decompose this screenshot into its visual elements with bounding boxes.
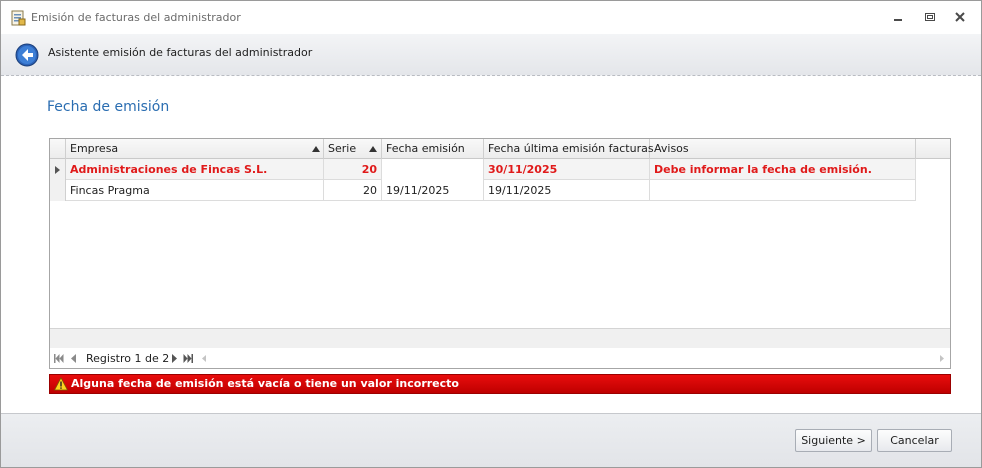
cancel-button[interactable]: Cancelar [877,429,952,452]
next-button[interactable]: Siguiente > [795,429,872,452]
table-row[interactable]: Administraciones de Fincas S.L. 20 30/11… [50,159,916,180]
column-header-label: Empresa [70,142,119,155]
column-header-fecha-emision[interactable]: Fecha emisión [382,139,484,159]
cell-fecha-emision[interactable]: 19/11/2025 [382,180,484,201]
previous-record-icon[interactable] [69,354,79,363]
record-counter: Registro 1 de 2 [86,352,170,365]
cell-serie[interactable]: 20 [324,159,382,180]
app-icon [11,10,26,26]
row-indicator-header [50,139,66,159]
column-header-label: Fecha última emisión facturas [488,142,654,155]
cell-empresa[interactable]: Fincas Pragma [66,180,324,201]
sort-ascending-icon [312,146,320,152]
column-header-fecha-ultima[interactable]: Fecha última emisión facturas [484,139,654,159]
wizard-title: Asistente emisión de facturas del admini… [48,46,313,59]
cell-avisos[interactable] [650,180,916,201]
page-title: Fecha de emisión [47,99,170,115]
error-message: Alguna fecha de emisión está vacía o tie… [71,377,459,390]
window-title: Emisión de facturas del administrador [31,11,241,24]
row-indicator [50,180,66,201]
back-arrow-icon[interactable] [15,43,39,67]
current-row-arrow-icon [55,166,60,174]
first-record-icon[interactable] [54,354,64,363]
column-header-serie[interactable]: Serie [324,139,382,159]
cell-fecha-ultima[interactable]: 19/11/2025 [484,180,650,201]
close-button[interactable] [951,9,969,25]
window: Emisión de facturas del administrador As… [0,0,982,468]
grid-footer [50,328,950,348]
grid-header: Empresa Serie Fecha emisión Fecha última… [50,139,950,159]
wizard-header: Asistente emisión de facturas del admini… [1,34,981,76]
column-header-empresa[interactable]: Empresa [66,139,324,159]
validation-error-bar: Alguna fecha de emisión está vacía o tie… [49,374,951,394]
row-indicator [50,159,66,180]
wizard-footer: Siguiente > Cancelar [1,413,981,467]
column-header-avisos[interactable]: Avisos [650,139,916,159]
column-header-label: Avisos [654,142,689,155]
restore-icon [925,13,935,21]
title-bar: Emisión de facturas del administrador [1,1,981,34]
restore-button[interactable] [921,9,939,25]
last-record-icon[interactable] [183,354,193,363]
cell-fecha-ultima[interactable]: 30/11/2025 [484,159,650,180]
column-header-spacer [916,139,950,159]
scroll-left-icon[interactable] [200,354,210,363]
minimize-button[interactable] [889,9,907,25]
cell-avisos[interactable]: Debe informar la fecha de emisión. [650,159,916,180]
column-header-label: Fecha emisión [386,142,465,155]
minimize-icon [894,19,902,21]
cell-empresa[interactable]: Administraciones de Fincas S.L. [66,159,324,180]
close-icon [955,12,965,22]
sort-ascending-icon [369,146,377,152]
cell-serie[interactable]: 20 [324,180,382,201]
next-record-icon[interactable] [169,354,179,363]
invoices-grid: Empresa Serie Fecha emisión Fecha última… [49,138,951,369]
cell-fecha-emision[interactable] [382,159,484,180]
warning-icon [54,377,68,391]
table-row[interactable]: Fincas Pragma 20 19/11/2025 19/11/2025 [50,180,916,201]
scroll-right-icon[interactable] [936,354,946,363]
record-navigator: Registro 1 de 2 [50,349,950,368]
column-header-label: Serie [328,142,357,155]
